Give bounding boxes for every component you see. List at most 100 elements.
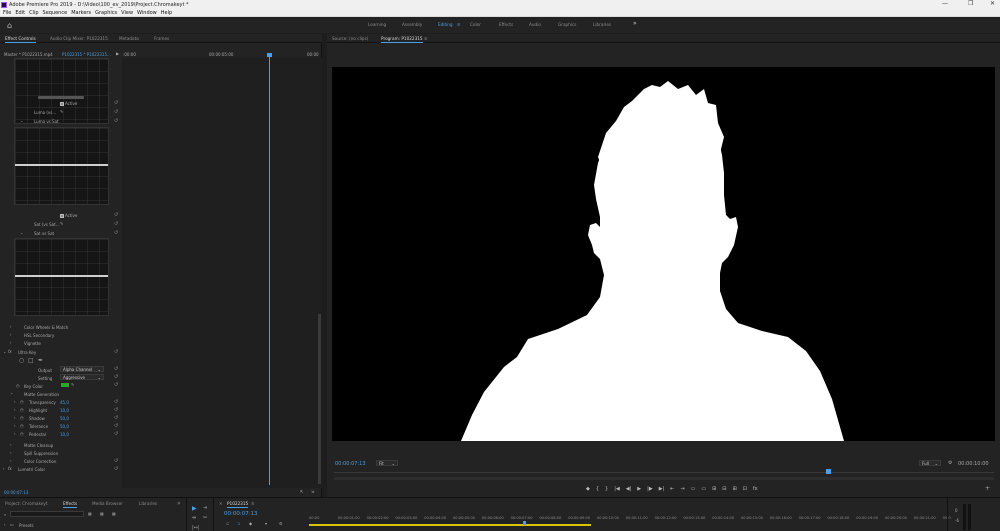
curve-line[interactable]: [15, 164, 108, 166]
monitor-time-ruler[interactable]: [334, 472, 994, 473]
transport-button[interactable]: ▭: [701, 486, 706, 492]
reset-icon[interactable]: ↺: [114, 230, 118, 236]
chevron-right-icon[interactable]: ›: [14, 423, 16, 428]
tab-metadata[interactable]: Metadata: [119, 36, 139, 41]
transport-button[interactable]: |◀: [614, 486, 620, 492]
ec-timeline-area[interactable]: [122, 58, 322, 488]
reset-icon[interactable]: ↺: [114, 399, 118, 405]
ec-playhead[interactable]: [269, 53, 270, 485]
matte-param-value[interactable]: 10,0: [60, 432, 69, 437]
tab-libraries[interactable]: Libraries: [139, 501, 157, 506]
filter-icon[interactable]: ⇱: [300, 489, 303, 494]
section-matte-cleanup[interactable]: Matte Cleanup: [24, 443, 53, 448]
workspace-editing[interactable]: Editing: [438, 22, 453, 27]
transport-button[interactable]: ▶|: [659, 486, 665, 492]
reset-icon[interactable]: ↺: [114, 466, 118, 472]
ec-current-timecode[interactable]: 00:00:07:13: [4, 490, 28, 495]
effects-search-input[interactable]: [10, 511, 84, 517]
pen-mask-icon[interactable]: ✒: [38, 357, 43, 364]
workspace-graphics[interactable]: Graphics: [558, 22, 577, 27]
more-workspaces-icon[interactable]: »: [633, 20, 637, 27]
workspace-libraries[interactable]: Libraries: [593, 22, 611, 27]
top-curve-graph[interactable]: [14, 58, 109, 124]
output-dropdown[interactable]: Alpha Channel ⌄: [60, 366, 104, 372]
transport-button[interactable]: ⊞: [712, 486, 716, 492]
eyedropper-icon[interactable]: ✎: [60, 109, 63, 114]
fx-icon[interactable]: fx: [8, 466, 12, 471]
menu-window[interactable]: Window: [137, 10, 157, 16]
transport-button[interactable]: {: [596, 486, 599, 492]
slip-tool-icon[interactable]: |↔|: [192, 525, 200, 531]
menu-icon[interactable]: ≡: [424, 36, 428, 41]
active-checkbox[interactable]: Active: [60, 101, 77, 106]
linked-selection-icon[interactable]: ⊃: [237, 521, 240, 526]
menu-graphics[interactable]: Graphics: [95, 10, 117, 16]
chevron-right-icon[interactable]: ›: [10, 450, 12, 455]
rectangle-mask-icon[interactable]: □: [28, 357, 34, 364]
monitor-zoom-bar[interactable]: [334, 477, 994, 480]
timeline-ruler[interactable]: 00:00 00:00:01:00 00:00:02:00 00:00:03:00 00…: [309, 516, 951, 522]
reset-icon[interactable]: ↺: [114, 458, 118, 464]
master-clip-label[interactable]: Master * P1022315.mp4: [4, 52, 53, 57]
transport-button[interactable]: fx: [753, 486, 758, 492]
reset-icon[interactable]: ↺: [114, 374, 118, 380]
transport-button[interactable]: ⇥: [680, 486, 684, 492]
reset-icon[interactable]: ↺: [114, 221, 118, 227]
active-checkbox-2[interactable]: Active: [60, 213, 77, 218]
chevron-right-icon[interactable]: ›: [3, 466, 5, 471]
section-vignette[interactable]: Vignette: [24, 341, 41, 346]
reset-icon[interactable]: ↺: [114, 349, 118, 355]
matte-param-value[interactable]: 50,0: [60, 424, 69, 429]
stopwatch-icon[interactable]: ◷: [16, 383, 20, 388]
chevron-right-icon[interactable]: ›: [10, 324, 12, 329]
section-color-correction[interactable]: Color Correction: [24, 459, 56, 464]
maximize-button[interactable]: ❐: [968, 0, 973, 7]
reset-icon[interactable]: ↺: [114, 366, 118, 372]
stopwatch-icon[interactable]: ◷: [20, 399, 24, 404]
transport-button[interactable]: ▭: [691, 486, 696, 492]
workspace-effects[interactable]: Effects: [499, 22, 513, 27]
wrench-icon[interactable]: ⚙: [948, 460, 952, 466]
transport-button[interactable]: ⊟: [722, 486, 726, 492]
menu-file[interactable]: File: [3, 10, 11, 16]
yuv-effects-icon[interactable]: ▦: [112, 511, 116, 516]
ec-playhead-handle[interactable]: [267, 53, 272, 57]
workspace-menu-icon[interactable]: ≡: [457, 22, 461, 27]
menu-icon[interactable]: ≡: [251, 501, 255, 506]
matte-param-value[interactable]: 45,0: [60, 400, 69, 405]
workspace-assembly[interactable]: Assembly: [402, 22, 422, 27]
section-spill-suppression[interactable]: Spill Suppression: [24, 451, 58, 456]
fit-dropdown[interactable]: Fit ⌄: [376, 460, 398, 466]
menu-clip[interactable]: Clip: [29, 10, 38, 16]
tab-program[interactable]: Program: P1022315: [381, 36, 423, 43]
play-only-icon[interactable]: ▶: [116, 51, 119, 56]
program-timecode[interactable]: 00:00:07:13: [335, 461, 366, 467]
snap-icon[interactable]: ⊂: [226, 521, 229, 526]
close-sequence-icon[interactable]: ✕: [219, 501, 223, 506]
fx-icon[interactable]: fx: [8, 349, 12, 354]
workspace-learning[interactable]: Learning: [368, 22, 386, 27]
section-hsl-secondary[interactable]: HSL Secondary: [24, 333, 54, 338]
section-color-wheels[interactable]: Color Wheels & Match: [24, 325, 68, 330]
more-panels-icon[interactable]: »: [177, 500, 181, 507]
reset-icon[interactable]: ↺: [114, 382, 118, 388]
transport-button[interactable]: ⊡: [743, 486, 747, 492]
transport-button[interactable]: ⇤: [670, 486, 674, 492]
chevron-right-icon[interactable]: ›: [4, 522, 6, 527]
reset-icon[interactable]: ↺: [114, 118, 118, 124]
add-marker-icon[interactable]: ◆: [249, 521, 252, 526]
timeline-playhead[interactable]: [523, 521, 526, 525]
presets-folder[interactable]: Presets: [19, 523, 34, 528]
selection-tool-icon[interactable]: ▶: [192, 505, 197, 512]
matte-param-value[interactable]: 10,0: [60, 408, 69, 413]
clip-selector[interactable]: P1022315 * P1022315...: [62, 52, 111, 57]
stopwatch-icon[interactable]: ◷: [20, 423, 24, 428]
reset-icon[interactable]: ↺: [114, 423, 118, 429]
32bit-effects-icon[interactable]: ▦: [100, 511, 104, 516]
add-button[interactable]: +: [985, 485, 990, 492]
reset-icon[interactable]: ↺: [114, 100, 118, 106]
transport-button[interactable]: ▶: [637, 486, 641, 492]
chevron-right-icon[interactable]: ›: [14, 407, 16, 412]
timeline-timecode[interactable]: 00:00:07:13: [224, 511, 258, 517]
ec-scrollbar[interactable]: [318, 314, 321, 484]
